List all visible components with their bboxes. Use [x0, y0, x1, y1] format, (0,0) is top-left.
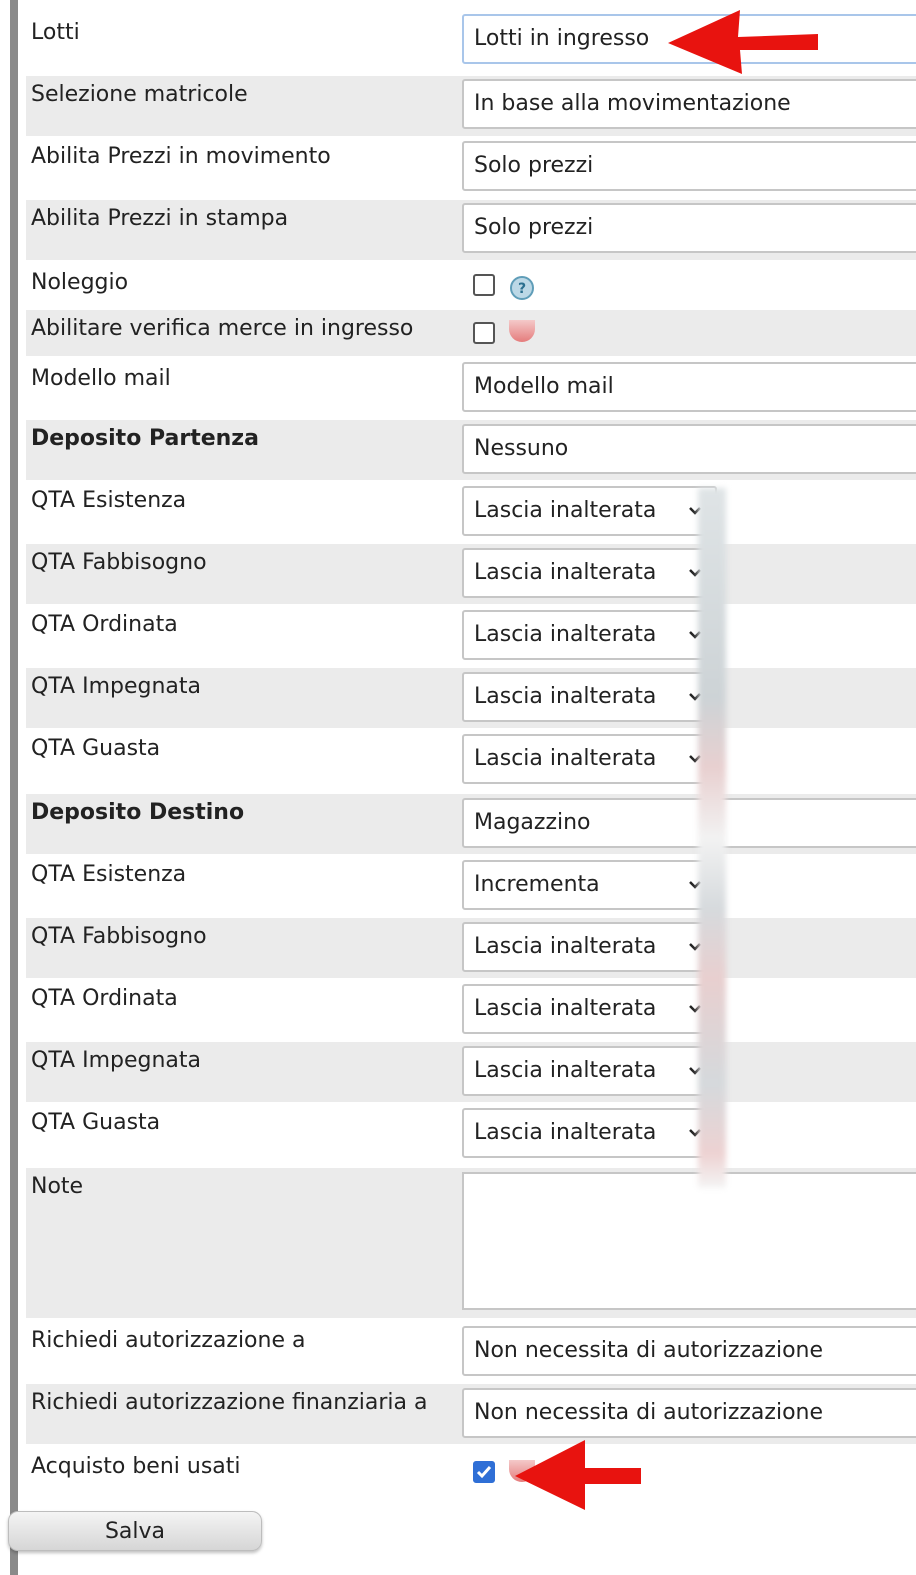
destino-guasta-value: Lascia inalterata — [474, 1120, 657, 1145]
row-note: Note — [26, 1168, 916, 1318]
row-deposito-partenza: Deposito Partenza Nessuno — [26, 420, 916, 480]
row-partenza-ordinata: QTA Ordinata Lascia inalterata — [26, 606, 916, 666]
checkmark-icon — [476, 1466, 492, 1479]
destino-ordinata-value: Lascia inalterata — [474, 996, 657, 1021]
deposito-partenza-field[interactable]: Nessuno — [462, 424, 916, 474]
label-destino-impegnata: QTA Impegnata — [31, 1048, 202, 1073]
destino-esistenza-select[interactable]: Incrementa — [462, 860, 717, 910]
label-partenza-ordinata: QTA Ordinata — [31, 612, 178, 637]
row-prezzi-movimento: Abilita Prezzi in movimento Solo prezzi — [26, 138, 916, 198]
destino-guasta-select[interactable]: Lascia inalterata — [462, 1108, 717, 1158]
row-destino-esistenza: QTA Esistenza Incrementa — [26, 856, 916, 916]
annotation-arrow-icon — [515, 1440, 641, 1510]
label-deposito-destino: Deposito Destino — [31, 800, 245, 825]
note-textarea[interactable] — [462, 1172, 916, 1310]
info-icon[interactable] — [509, 320, 535, 342]
label-partenza-impegnata: QTA Impegnata — [31, 674, 202, 699]
label-lotti: Lotti — [31, 20, 80, 45]
row-deposito-destino: Deposito Destino Magazzino — [26, 794, 916, 854]
beni-usati-checkbox[interactable] — [473, 1461, 495, 1483]
partenza-guasta-select[interactable]: Lascia inalterata — [462, 734, 717, 784]
partenza-fabbisogno-select[interactable]: Lascia inalterata — [462, 548, 717, 598]
prezzi-movimento-field[interactable]: Solo prezzi — [462, 141, 916, 191]
destino-impegnata-value: Lascia inalterata — [474, 1058, 657, 1083]
destino-fabbisogno-select[interactable]: Lascia inalterata — [462, 922, 717, 972]
row-destino-guasta: QTA Guasta Lascia inalterata — [26, 1104, 916, 1164]
destino-ordinata-select[interactable]: Lascia inalterata — [462, 984, 717, 1034]
autorizzazione-field[interactable]: Non necessita di autorizzazione — [462, 1326, 916, 1376]
partenza-guasta-value: Lascia inalterata — [474, 746, 657, 771]
svg-text:?: ? — [518, 281, 526, 297]
row-selezione-matricole: Selezione matricole In base alla movimen… — [26, 76, 916, 136]
row-modello-mail: Modello mail Modello mail — [26, 358, 916, 418]
label-destino-guasta: QTA Guasta — [31, 1110, 161, 1135]
label-deposito-partenza: Deposito Partenza — [31, 426, 259, 451]
destino-esistenza-value: Incrementa — [474, 872, 600, 897]
partenza-impegnata-select[interactable]: Lascia inalterata — [462, 672, 717, 722]
prezzi-stampa-field[interactable]: Solo prezzi — [462, 203, 916, 253]
label-autorizzazione-finanziaria: Richiedi autorizzazione finanziaria a — [31, 1390, 428, 1415]
partenza-impegnata-value: Lascia inalterata — [474, 684, 657, 709]
verifica-merce-checkbox[interactable] — [473, 322, 495, 344]
partenza-fabbisogno-value: Lascia inalterata — [474, 560, 657, 585]
label-partenza-esistenza: QTA Esistenza — [31, 488, 187, 513]
label-selezione-matricole: Selezione matricole — [31, 82, 248, 107]
question-icon[interactable]: ? — [509, 275, 535, 301]
destino-fabbisogno-value: Lascia inalterata — [474, 934, 657, 959]
label-prezzi-movimento: Abilita Prezzi in movimento — [31, 144, 331, 169]
row-beni-usati: Acquisto beni usati — [26, 1446, 916, 1502]
row-noleggio: Noleggio ? — [26, 262, 916, 308]
save-button[interactable]: Salva — [8, 1511, 262, 1551]
row-partenza-guasta: QTA Guasta Lascia inalterata — [26, 730, 916, 790]
label-verifica-merce: Abilitare verifica merce in ingresso — [31, 316, 414, 341]
row-verifica-merce: Abilitare verifica merce in ingresso — [26, 310, 916, 356]
annotation-arrow-icon — [668, 10, 818, 74]
label-destino-fabbisogno: QTA Fabbisogno — [31, 924, 207, 949]
label-note: Note — [31, 1174, 84, 1199]
label-partenza-fabbisogno: QTA Fabbisogno — [31, 550, 207, 575]
modello-mail-field[interactable]: Modello mail — [462, 362, 916, 412]
row-destino-fabbisogno: QTA Fabbisogno Lascia inalterata — [26, 918, 916, 978]
label-destino-esistenza: QTA Esistenza — [31, 862, 187, 887]
autorizzazione-finanziaria-field[interactable]: Non necessita di autorizzazione — [462, 1388, 916, 1438]
label-partenza-guasta: QTA Guasta — [31, 736, 161, 761]
blurred-region — [698, 488, 726, 1188]
partenza-ordinata-value: Lascia inalterata — [474, 622, 657, 647]
row-autorizzazione-finanziaria: Richiedi autorizzazione finanziaria a No… — [26, 1384, 916, 1444]
label-noleggio: Noleggio — [31, 270, 129, 295]
label-destino-ordinata: QTA Ordinata — [31, 986, 178, 1011]
label-autorizzazione: Richiedi autorizzazione a — [31, 1328, 306, 1353]
partenza-esistenza-select[interactable]: Lascia inalterata — [462, 486, 717, 536]
label-beni-usati: Acquisto beni usati — [31, 1454, 241, 1479]
row-partenza-fabbisogno: QTA Fabbisogno Lascia inalterata — [26, 544, 916, 604]
row-prezzi-stampa: Abilita Prezzi in stampa Solo prezzi — [26, 200, 916, 260]
row-destino-ordinata: QTA Ordinata Lascia inalterata — [26, 980, 916, 1040]
partenza-esistenza-value: Lascia inalterata — [474, 498, 657, 523]
deposito-destino-field[interactable]: Magazzino — [462, 798, 916, 848]
row-destino-impegnata: QTA Impegnata Lascia inalterata — [26, 1042, 916, 1102]
row-autorizzazione: Richiedi autorizzazione a Non necessita … — [26, 1322, 916, 1382]
noleggio-checkbox[interactable] — [473, 274, 495, 296]
label-prezzi-stampa: Abilita Prezzi in stampa — [31, 206, 289, 231]
selezione-matricole-field[interactable]: In base alla movimentazione — [462, 79, 916, 129]
row-partenza-impegnata: QTA Impegnata Lascia inalterata — [26, 668, 916, 728]
left-border — [10, 0, 18, 1575]
row-partenza-esistenza: QTA Esistenza Lascia inalterata — [26, 482, 916, 542]
partenza-ordinata-select[interactable]: Lascia inalterata — [462, 610, 717, 660]
destino-impegnata-select[interactable]: Lascia inalterata — [462, 1046, 717, 1096]
label-modello-mail: Modello mail — [31, 366, 171, 391]
